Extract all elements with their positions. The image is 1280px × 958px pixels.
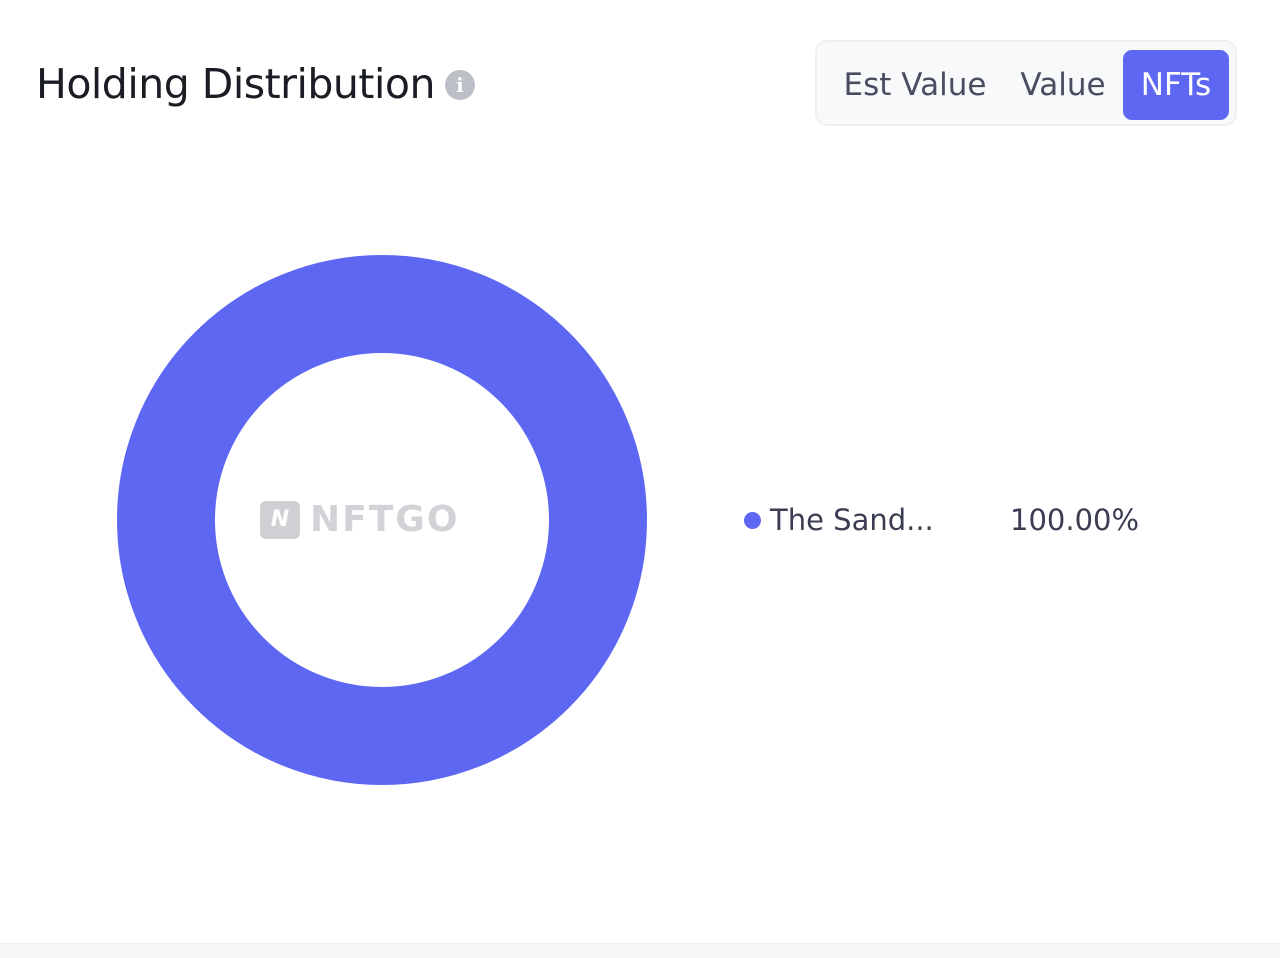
- info-icon[interactable]: i: [444, 70, 475, 100]
- watermark-text: NFTGO: [310, 499, 460, 540]
- toggle-value-button[interactable]: Value: [1011, 50, 1115, 120]
- nftgo-logo-icon: N: [260, 501, 300, 539]
- legend-label: The Sand...: [770, 503, 934, 537]
- card-title: Holding Distribution: [36, 60, 435, 108]
- card-header: Holding Distribution i: [36, 56, 475, 112]
- holding-distribution-card: Holding Distribution i Est Value Value N…: [0, 0, 1280, 943]
- nftgo-watermark: N NFTGO: [260, 500, 459, 540]
- legend-marker: [744, 511, 761, 529]
- legend-value: 100.00%: [1010, 503, 1140, 537]
- legend-item[interactable]: The Sand... 100.00%: [744, 500, 1139, 540]
- metric-toggle: Est Value Value NFTs: [815, 40, 1237, 126]
- page-bottom-strip: [0, 943, 1280, 958]
- toggle-est-value-button[interactable]: Est Value: [835, 50, 995, 120]
- toggle-nfts-button[interactable]: NFTs: [1123, 50, 1229, 120]
